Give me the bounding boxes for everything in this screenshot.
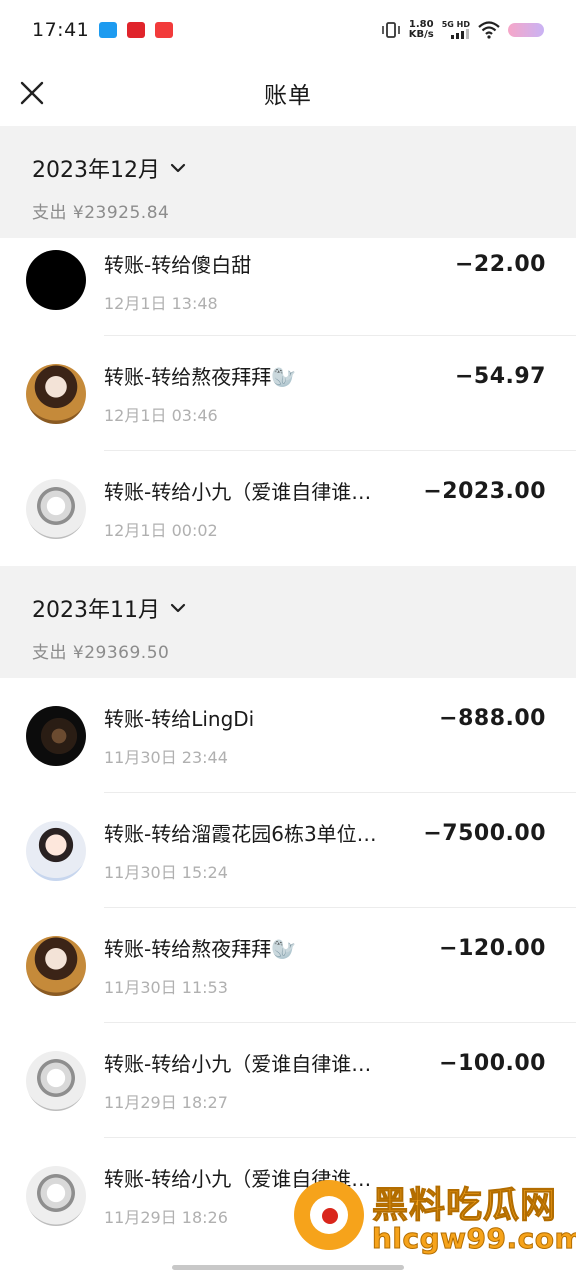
home-indicator[interactable] <box>172 1265 404 1270</box>
bill-item[interactable]: 转账-转给熬夜拜拜🦭 11月30日 11:53 −120.00 <box>0 908 576 1023</box>
bill-item-amount: −100.00 <box>439 1051 546 1076</box>
month-label: 2023年12月 <box>32 158 160 183</box>
bill-item[interactable]: 转账-转给小九（爱谁自律谁… 11月29日 18:27 −100.00 <box>0 1023 576 1138</box>
app-notification-icon <box>99 22 118 38</box>
bill-item-title: 转账-转给小九（爱谁自律谁… <box>104 480 372 504</box>
bill-item-time: 11月30日 23:44 <box>104 748 228 767</box>
chevron-down-icon <box>170 603 186 613</box>
bill-item-amount: −54.97 <box>454 364 546 389</box>
bill-item-amount: −2023.00 <box>423 479 546 504</box>
watermark-logo-seed <box>322 1208 338 1224</box>
bill-item-title: 转账-转给熬夜拜拜🦭 <box>104 937 297 961</box>
bill-item-time: 12月1日 13:48 <box>104 293 218 313</box>
avatar <box>26 705 86 766</box>
month-selector[interactable]: 2023年12月 <box>32 152 544 184</box>
avatar <box>26 935 86 996</box>
page-title: 账单 <box>264 83 312 109</box>
bill-item[interactable]: 转账-转给溜霞花园6栋3单位… 11月30日 15:24 −7500.00 <box>0 793 576 908</box>
status-time: 17:41 <box>32 19 90 41</box>
bill-item-amount: −7500.00 <box>423 821 546 846</box>
bill-item-title: 转账-转给小九（爱谁自律谁… <box>104 1052 372 1076</box>
month-total-expense: 支出 ¥29369.50 <box>32 643 170 663</box>
avatar <box>26 478 86 539</box>
bill-item-title: 转账-转给LingDi <box>104 707 255 731</box>
battery-icon <box>508 23 544 37</box>
app-notification-icon <box>155 22 174 38</box>
status-left: 17:41 <box>32 19 174 41</box>
bill-item[interactable]: 转账-转给熬夜拜拜🦭 12月1日 03:46 −54.97 <box>0 336 576 451</box>
bill-item-title: 转账-转给溜霞花园6栋3单位… <box>104 822 377 846</box>
app-notification-icon <box>127 22 146 38</box>
net-speed: 1.80 KB/s <box>409 20 434 40</box>
month-label: 2023年11月 <box>32 598 160 623</box>
month-section-december: 2023年12月 支出 ¥23925.84 转账-转给傻白甜 12月1日 13:… <box>0 126 576 566</box>
wifi-icon <box>478 21 500 39</box>
month-header: 2023年11月 支出 ¥29369.50 <box>0 566 576 678</box>
month-section-november: 2023年11月 支出 ¥29369.50 转账-转给LingDi 11月30日… <box>0 566 576 1253</box>
bill-item-time: 11月30日 15:24 <box>104 863 228 882</box>
vibrate-icon <box>381 22 400 38</box>
month-header: 2023年12月 支出 ¥23925.84 <box>0 126 576 238</box>
bill-item-time: 12月1日 03:46 <box>104 406 218 425</box>
status-right: 1.80 KB/s 5G HD <box>381 20 544 40</box>
bill-item-title: 转账-转给傻白甜 <box>104 252 252 277</box>
title-bar: 账单 <box>0 60 576 126</box>
signal-label: 5G HD <box>441 20 470 29</box>
bill-item-amount: −22.00 <box>454 252 546 277</box>
avatar <box>26 1165 86 1226</box>
avatar <box>26 1050 86 1111</box>
avatar <box>26 363 86 424</box>
cell-signal: 5G HD <box>442 21 470 39</box>
chevron-down-icon <box>170 163 186 173</box>
close-icon[interactable] <box>18 79 46 107</box>
bill-item-time: 11月29日 18:27 <box>104 1093 228 1112</box>
bill-item-time: 12月1日 00:02 <box>104 521 218 540</box>
net-speed-unit: KB/s <box>408 29 434 40</box>
month-selector[interactable]: 2023年11月 <box>32 592 544 624</box>
watermark-url: hlcgw99.com <box>371 1222 576 1256</box>
signal-bars-icon <box>451 29 469 39</box>
bill-item[interactable]: 转账-转给LingDi 11月30日 23:44 −888.00 <box>0 678 576 793</box>
bill-item-time: 11月30日 11:53 <box>104 978 228 997</box>
avatar <box>26 820 86 881</box>
bill-item-amount: −888.00 <box>439 706 546 731</box>
watermark: 黑料吃瓜网 hlcgw99.com <box>294 1172 576 1262</box>
avatar <box>26 250 86 310</box>
watermark-text: 黑料吃瓜网 <box>371 1185 558 1227</box>
bill-item-amount: −120.00 <box>439 936 546 961</box>
bill-item[interactable]: 转账-转给小九（爱谁自律谁… 12月1日 00:02 −2023.00 <box>0 451 576 566</box>
bill-item-title: 转账-转给熬夜拜拜🦭 <box>104 365 297 389</box>
status-bar: 17:41 1.80 KB/s 5G HD <box>0 0 576 60</box>
month-total-expense: 支出 ¥23925.84 <box>32 203 170 223</box>
bill-item[interactable]: 转账-转给傻白甜 12月1日 13:48 −22.00 <box>0 238 576 336</box>
